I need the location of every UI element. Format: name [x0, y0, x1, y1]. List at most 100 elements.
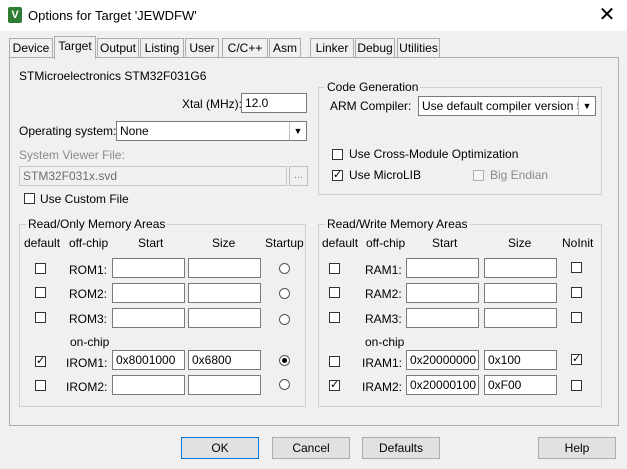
close-button[interactable]: ✕: [594, 3, 620, 27]
big-endian-checkbox[interactable]: [473, 170, 484, 181]
irom2-default-checkbox[interactable]: [35, 380, 46, 391]
ram-header-default: default: [322, 236, 359, 250]
irom2-startup-radio[interactable]: [279, 379, 290, 390]
ram3-noinit-checkbox[interactable]: [571, 312, 582, 323]
title-bar: V Options for Target 'JEWDFW' ✕: [0, 0, 627, 31]
rom3-default-checkbox[interactable]: [35, 312, 46, 323]
ram-header-size: Size: [508, 236, 532, 250]
irom2-start-input[interactable]: [112, 375, 185, 395]
ram-onchip-label: on-chip: [365, 335, 405, 349]
ram3-label: RAM3:: [365, 312, 402, 326]
compiler-select[interactable]: Use default compiler version 5 ▼: [418, 96, 596, 116]
rom2-size-input[interactable]: [188, 283, 261, 303]
tab-output[interactable]: Output: [97, 38, 139, 58]
iram1-default-checkbox[interactable]: [329, 356, 340, 367]
iram1-size-input[interactable]: 0x100: [484, 350, 557, 370]
cancel-button[interactable]: Cancel: [272, 437, 350, 459]
tab-utilities[interactable]: Utilities: [397, 38, 440, 58]
irom1-label: IROM1:: [66, 356, 108, 370]
microlib-checkbox[interactable]: ✓: [332, 170, 343, 181]
ram1-size-input[interactable]: [484, 258, 557, 278]
ram3-start-input[interactable]: [406, 308, 479, 328]
os-value: None: [120, 124, 149, 138]
ram-header-start: Start: [432, 236, 458, 250]
svd-label: System Viewer File:: [19, 148, 125, 162]
cross-module-checkbox[interactable]: [332, 149, 343, 160]
ok-button[interactable]: OK: [181, 437, 259, 459]
rom1-default-checkbox[interactable]: [35, 263, 46, 274]
rom3-start-input[interactable]: [112, 308, 185, 328]
tab-user[interactable]: User: [185, 38, 219, 58]
iram2-start-input[interactable]: 0x20000100: [406, 375, 479, 395]
compiler-value: Use default compiler version 5: [422, 99, 584, 113]
custom-file-label: Use Custom File: [40, 192, 129, 206]
irom1-size-input[interactable]: 0x6800: [188, 350, 261, 370]
rom2-label: ROM2:: [69, 287, 108, 301]
rom3-startup-radio[interactable]: [279, 314, 290, 325]
compiler-label: ARM Compiler:: [330, 99, 412, 113]
rom1-start-input[interactable]: [112, 258, 185, 278]
ram2-noinit-checkbox[interactable]: [571, 287, 582, 298]
ram-header-offchip: off-chip: [366, 236, 406, 250]
app-icon: V: [8, 7, 22, 23]
irom1-default-checkbox[interactable]: ✓: [35, 356, 46, 367]
tab-device[interactable]: Device: [9, 38, 53, 58]
iram2-size-input[interactable]: 0xF00: [484, 375, 557, 395]
irom2-size-input[interactable]: [188, 375, 261, 395]
tab-c-cpp[interactable]: C/C++: [222, 38, 268, 58]
browse-button[interactable]: ...: [289, 166, 308, 186]
chevron-down-icon: ▼: [578, 97, 595, 115]
rom-group-title: Read/Only Memory Areas: [26, 217, 168, 231]
ram3-size-input[interactable]: [484, 308, 557, 328]
tab-listing[interactable]: Listing: [140, 38, 184, 58]
rom2-startup-radio[interactable]: [279, 288, 290, 299]
ram2-label: RAM2:: [365, 287, 402, 301]
ram1-start-input[interactable]: [406, 258, 479, 278]
svd-input[interactable]: STM32F031x.svd: [19, 166, 287, 186]
ram2-default-checkbox[interactable]: [329, 287, 340, 298]
device-name: STMicroelectronics STM32F031G6: [19, 69, 207, 83]
ram-group-title: Read/Write Memory Areas: [325, 217, 470, 231]
ram1-noinit-checkbox[interactable]: [571, 262, 582, 273]
os-label: Operating system:: [19, 124, 117, 138]
rom1-size-input[interactable]: [188, 258, 261, 278]
rom-header-startup: Startup: [265, 236, 304, 250]
tab-debug[interactable]: Debug: [355, 38, 395, 58]
rom1-startup-radio[interactable]: [279, 263, 290, 274]
xtal-label: Xtal (MHz):: [182, 97, 242, 111]
window-title: Options for Target 'JEWDFW': [28, 8, 197, 23]
ram1-label: RAM1:: [365, 263, 402, 277]
custom-file-checkbox[interactable]: [24, 193, 35, 204]
tab-asm[interactable]: Asm: [269, 38, 301, 58]
defaults-button[interactable]: Defaults: [362, 437, 440, 459]
iram1-noinit-checkbox[interactable]: ✓: [571, 354, 582, 365]
ram2-size-input[interactable]: [484, 283, 557, 303]
tab-linker[interactable]: Linker: [310, 38, 354, 58]
tab-target[interactable]: Target: [54, 36, 96, 59]
irom1-start-input[interactable]: 0x8001000: [112, 350, 185, 370]
xtal-input[interactable]: 12.0: [241, 93, 307, 113]
rom2-default-checkbox[interactable]: [35, 287, 46, 298]
ram1-default-checkbox[interactable]: [329, 263, 340, 274]
rom1-label: ROM1:: [69, 263, 108, 277]
microlib-label: Use MicroLIB: [349, 168, 422, 182]
big-endian-label: Big Endian: [490, 168, 549, 182]
chevron-down-icon: ▼: [289, 122, 306, 140]
os-select[interactable]: None ▼: [116, 121, 307, 141]
iram2-default-checkbox[interactable]: ✓: [329, 380, 340, 391]
rom3-label: ROM3:: [69, 312, 108, 326]
iram1-start-input[interactable]: 0x20000000: [406, 350, 479, 370]
rom-header-size: Size: [212, 236, 236, 250]
help-button[interactable]: Help: [538, 437, 616, 459]
irom1-startup-radio[interactable]: [279, 355, 290, 366]
rom3-size-input[interactable]: [188, 308, 261, 328]
ram2-start-input[interactable]: [406, 283, 479, 303]
ram-header-noinit: NoInit: [562, 236, 594, 250]
ram3-default-checkbox[interactable]: [329, 312, 340, 323]
irom2-label: IROM2:: [66, 380, 108, 394]
rom2-start-input[interactable]: [112, 283, 185, 303]
cross-module-label: Use Cross-Module Optimization: [349, 147, 519, 161]
rom-onchip-label: on-chip: [70, 335, 110, 349]
iram2-noinit-checkbox[interactable]: [571, 380, 582, 391]
iram2-label: IRAM2:: [362, 380, 403, 394]
